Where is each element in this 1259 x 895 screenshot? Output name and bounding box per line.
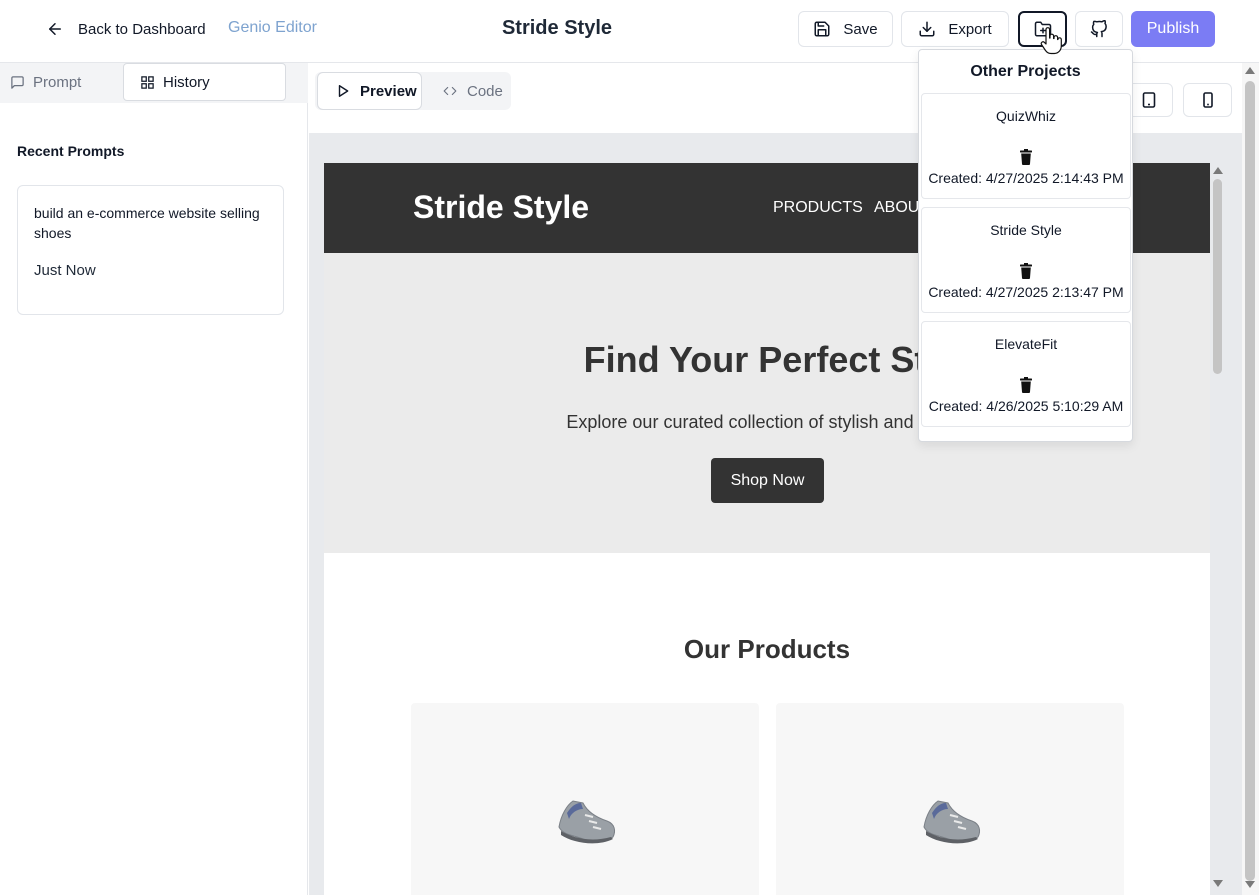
tab-prompt-label: Prompt <box>33 73 82 91</box>
export-button[interactable]: Export <box>901 11 1009 47</box>
export-label: Export <box>948 20 992 38</box>
page-scroll-up-arrow[interactable] <box>1245 67 1255 74</box>
code-icon <box>443 86 457 96</box>
shoe-icon <box>923 800 981 844</box>
project-name: ElevateFit <box>994 336 1058 352</box>
other-projects-dropdown: Other Projects QuizWhiz Created: 4/27/20… <box>918 49 1133 442</box>
download-icon <box>919 21 935 37</box>
view-toggle: Preview Code <box>315 72 511 110</box>
products-heading: Our Products <box>683 634 851 664</box>
tab-preview-label: Preview <box>360 82 417 100</box>
recent-prompts-heading: Recent Prompts <box>17 143 125 159</box>
back-label: Back to Dashboard <box>78 20 206 38</box>
prompt-history-item[interactable]: build an e-commerce website selling shoe… <box>17 185 284 315</box>
grid-icon <box>141 75 154 89</box>
project-name: QuizWhiz <box>996 108 1056 124</box>
tab-history-label: History <box>163 73 210 91</box>
project-title: Stride Style <box>501 17 613 39</box>
trash-icon[interactable] <box>1019 149 1033 165</box>
publish-button[interactable]: Publish <box>1131 11 1215 47</box>
brand-name: Genio Editor <box>228 19 317 36</box>
project-item-stride-style[interactable]: Stride Style Created: 4/27/2025 2:13:47 … <box>921 207 1131 313</box>
panel-tabs: Prompt History <box>0 63 308 103</box>
trash-icon[interactable] <box>1019 377 1033 393</box>
shoe-icon <box>558 800 616 844</box>
page-scroll-down-arrow[interactable] <box>1245 881 1255 888</box>
product-card[interactable] <box>411 703 759 895</box>
back-to-dashboard-link[interactable]: Back to Dashboard <box>46 17 206 41</box>
scroll-down-arrow[interactable] <box>1213 880 1223 887</box>
project-item-elevatefit[interactable]: ElevateFit Created: 4/26/2025 5:10:29 AM <box>921 321 1131 427</box>
site-nav-products[interactable]: PRODUCTS <box>773 199 863 217</box>
project-name: Stride Style <box>990 222 1062 238</box>
left-panel: Prompt History Recent Prompts build an e… <box>0 63 308 895</box>
play-icon <box>338 85 349 97</box>
mobile-view-button[interactable] <box>1183 83 1232 117</box>
arrow-left-icon <box>49 23 61 35</box>
message-icon <box>11 75 24 89</box>
site-logo: Stride Style <box>413 189 590 225</box>
preview-scrollbar[interactable] <box>1211 163 1224 890</box>
tab-code-label: Code <box>467 82 503 100</box>
github-icon <box>1090 20 1107 38</box>
tab-preview[interactable]: Preview <box>317 72 422 110</box>
save-icon <box>814 21 830 37</box>
prompt-text: build an e-commerce website selling shoe… <box>34 205 260 241</box>
tab-code[interactable]: Code <box>443 72 503 110</box>
save-button[interactable]: Save <box>798 11 893 47</box>
project-created: Created: 4/26/2025 5:10:29 AM <box>928 398 1124 414</box>
project-item-quizwhiz[interactable]: QuizWhiz Created: 4/27/2025 2:14:43 PM <box>921 93 1131 199</box>
page-scrollbar[interactable] <box>1242 63 1259 895</box>
project-created: Created: 4/27/2025 2:14:43 PM <box>928 170 1124 186</box>
tab-prompt[interactable]: Prompt <box>10 63 81 101</box>
project-created: Created: 4/27/2025 2:13:47 PM <box>928 284 1124 300</box>
prompt-time: Just Now <box>34 262 96 279</box>
preview-scroll-thumb[interactable] <box>1213 179 1222 374</box>
trash-icon[interactable] <box>1019 263 1033 279</box>
dropdown-title: Other Projects <box>970 63 1081 80</box>
hand-cursor-icon <box>1040 27 1062 55</box>
product-card[interactable] <box>776 703 1124 895</box>
github-button[interactable] <box>1075 11 1123 47</box>
scroll-up-arrow[interactable] <box>1213 167 1223 174</box>
save-label: Save <box>843 20 878 38</box>
page-scroll-thumb[interactable] <box>1245 81 1255 881</box>
tab-history[interactable]: History <box>123 63 286 101</box>
tablet-icon <box>1142 92 1155 108</box>
mobile-icon <box>1202 92 1213 108</box>
shop-now-button[interactable]: Shop Now <box>711 458 824 503</box>
